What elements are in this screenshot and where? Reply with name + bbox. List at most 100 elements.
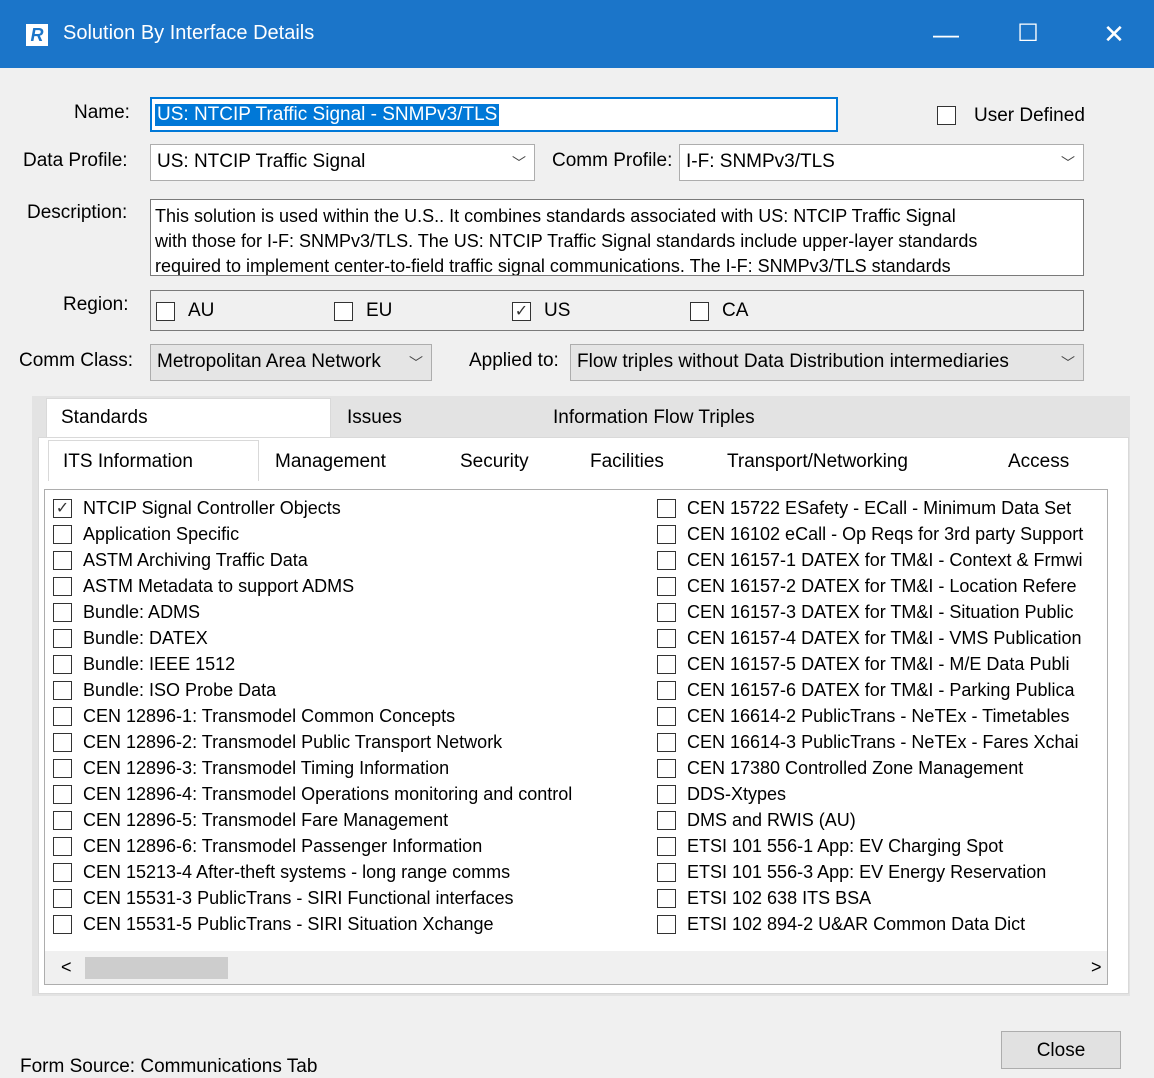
- region-label: Region:: [63, 294, 129, 315]
- region-us-checkbox[interactable]: ✓: [512, 302, 531, 321]
- standard-label: ETSI 101 556-3 App: EV Energy Reservatio…: [687, 862, 1047, 882]
- standards-checklist: ✓ NTCIP Signal Controller Objects Applicat…: [44, 489, 1108, 985]
- standard-checkbox[interactable]: ✓: [53, 499, 72, 518]
- tab-facilities[interactable]: Facilities: [590, 451, 664, 473]
- standard-checkbox[interactable]: [53, 655, 72, 674]
- standard-checkbox[interactable]: [53, 629, 72, 648]
- tab-information-flow-triples[interactable]: Information Flow Triples: [553, 407, 755, 429]
- comm-class-label: Comm Class:: [19, 350, 134, 371]
- applied-to-select[interactable]: Flow triples without Data Distribution i…: [570, 344, 1084, 381]
- comm-class-select[interactable]: Metropolitan Area Network ﹀: [150, 344, 432, 381]
- chevron-down-icon: ﹀: [409, 355, 423, 371]
- tab-transport-networking[interactable]: Transport/Networking: [727, 451, 908, 473]
- standard-checkbox[interactable]: [657, 889, 676, 908]
- standard-checkbox[interactable]: [53, 915, 72, 934]
- standard-label: Application Specific: [83, 524, 240, 544]
- standard-checkbox[interactable]: [657, 863, 676, 882]
- standard-checkbox[interactable]: [657, 837, 676, 856]
- standard-checkbox[interactable]: [53, 551, 72, 570]
- region-au-checkbox[interactable]: [156, 302, 175, 321]
- scroll-thumb[interactable]: [85, 957, 228, 979]
- description-line: with those for I-F: SNMPv3/TLS. The US: …: [155, 231, 978, 251]
- standard-checkbox[interactable]: [657, 577, 676, 596]
- standard-checkbox[interactable]: [657, 785, 676, 804]
- standard-checkbox[interactable]: [53, 837, 72, 856]
- standard-label: CEN 12896-5: Transmodel Fare Management: [83, 810, 449, 830]
- standard-label: CEN 16614-2 PublicTrans - NeTEx - Timeta…: [687, 706, 1070, 726]
- standard-checkbox[interactable]: [657, 707, 676, 726]
- standard-checkbox[interactable]: [657, 525, 676, 544]
- standard-checkbox[interactable]: [53, 733, 72, 752]
- standard-label: Bundle: ISO Probe Data: [83, 680, 277, 700]
- standard-checkbox[interactable]: [657, 551, 676, 570]
- title-bar: R Solution By Interface Details — ☐ ✕: [0, 0, 1154, 68]
- standard-label: CEN 16157-3 DATEX for TM&I - Situation P…: [687, 602, 1074, 622]
- standard-label: ASTM Metadata to support ADMS: [83, 576, 355, 596]
- tab-security[interactable]: Security: [460, 451, 529, 473]
- standard-checkbox[interactable]: [657, 655, 676, 674]
- standard-checkbox[interactable]: [53, 681, 72, 700]
- standard-checkbox[interactable]: [657, 733, 676, 752]
- comm-profile-label: Comm Profile:: [552, 150, 673, 171]
- standards-column-left: ✓ NTCIP Signal Controller Objects Applicat…: [53, 496, 653, 946]
- user-defined-label: User Defined: [974, 105, 1085, 126]
- region-ca-checkbox[interactable]: [690, 302, 709, 321]
- standard-label: CEN 16157-4 DATEX for TM&I - VMS Publica…: [687, 628, 1082, 648]
- standard-label: CEN 16614-3 PublicTrans - NeTEx - Fares …: [687, 732, 1079, 752]
- standard-label: CEN 16102 eCall - Op Reqs for 3rd party …: [687, 524, 1084, 544]
- tab-access[interactable]: Access: [1008, 451, 1069, 473]
- description-textarea[interactable]: This solution is used within the U.S.. I…: [150, 199, 1084, 276]
- standard-label: CEN 17380 Controlled Zone Management: [687, 758, 1024, 778]
- standard-checkbox[interactable]: [53, 577, 72, 596]
- minimize-icon[interactable]: —: [906, 0, 986, 68]
- user-defined-checkbox[interactable]: [937, 106, 956, 125]
- standard-checkbox[interactable]: [53, 863, 72, 882]
- comm-profile-select[interactable]: I-F: SNMPv3/TLS ﹀: [679, 144, 1084, 181]
- standard-label: ETSI 101 556-1 App: EV Charging Spot: [687, 836, 1004, 856]
- close-button[interactable]: Close: [1001, 1031, 1121, 1069]
- region-au-label: AU: [188, 300, 215, 321]
- standard-label: CEN 12896-2: Transmodel Public Transport…: [83, 732, 503, 752]
- standard-checkbox[interactable]: [53, 603, 72, 622]
- window-title: Solution By Interface Details: [63, 22, 315, 44]
- standard-label: CEN 15213-4 After-theft systems - long r…: [83, 862, 511, 882]
- standard-checkbox[interactable]: [53, 811, 72, 830]
- standard-checkbox[interactable]: [657, 759, 676, 778]
- tab-issues[interactable]: Issues: [347, 407, 402, 429]
- standard-label: ASTM Archiving Traffic Data: [83, 550, 308, 570]
- standard-checkbox[interactable]: [53, 759, 72, 778]
- standard-checkbox[interactable]: [53, 889, 72, 908]
- tab-management[interactable]: Management: [275, 451, 386, 473]
- horizontal-scrollbar[interactable]: < >: [45, 951, 1107, 984]
- description-label: Description:: [27, 202, 128, 223]
- close-button-label: Close: [1036, 1040, 1086, 1061]
- comm-profile-value: I-F: SNMPv3/TLS: [686, 151, 835, 172]
- scroll-right-arrow-icon[interactable]: >: [1091, 957, 1102, 978]
- standard-checkbox[interactable]: [657, 603, 676, 622]
- standard-checkbox[interactable]: [53, 525, 72, 544]
- standard-checkbox[interactable]: [657, 811, 676, 830]
- region-us-label: US: [544, 300, 571, 321]
- close-window-icon[interactable]: ✕: [1074, 0, 1154, 68]
- scroll-left-arrow-icon[interactable]: <: [61, 957, 72, 978]
- chevron-down-icon: ﹀: [512, 155, 526, 171]
- maximize-icon[interactable]: ☐: [988, 0, 1068, 68]
- standard-checkbox[interactable]: [657, 629, 676, 648]
- standard-checkbox[interactable]: [53, 785, 72, 804]
- standard-label: DDS-Xtypes: [687, 784, 787, 804]
- data-profile-select[interactable]: US: NTCIP Traffic Signal ﹀: [150, 144, 535, 181]
- description-line: required to implement center-to-field tr…: [155, 256, 951, 276]
- tab-standards[interactable]: Standards: [46, 398, 331, 438]
- applied-to-label: Applied to:: [469, 350, 559, 371]
- standard-checkbox[interactable]: [657, 681, 676, 700]
- region-ca-label: CA: [722, 300, 749, 321]
- name-value: US: NTCIP Traffic Signal - SNMPv3/TLS: [155, 104, 500, 126]
- standard-label: CEN 15531-3 PublicTrans - SIRI Functiona…: [83, 888, 514, 908]
- standard-checkbox[interactable]: [53, 707, 72, 726]
- standard-label: ETSI 102 638 ITS BSA: [687, 888, 872, 908]
- tab-its-information[interactable]: ITS Information: [48, 440, 259, 481]
- standard-checkbox[interactable]: [657, 915, 676, 934]
- standard-checkbox[interactable]: [657, 499, 676, 518]
- region-eu-checkbox[interactable]: [334, 302, 353, 321]
- name-input[interactable]: US: NTCIP Traffic Signal - SNMPv3/TLS: [150, 97, 838, 132]
